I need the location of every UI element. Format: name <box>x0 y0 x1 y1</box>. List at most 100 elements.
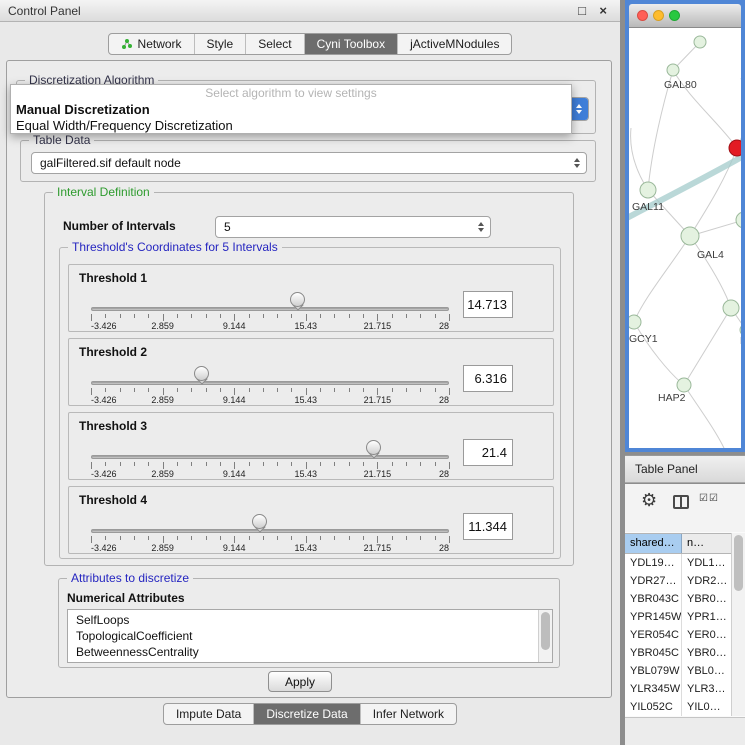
slider-thumb[interactable] <box>290 292 305 307</box>
table-cell[interactable]: YER054C <box>625 626 682 644</box>
network-node[interactable] <box>667 64 679 76</box>
scrollbar-thumb[interactable] <box>734 535 743 591</box>
table-cell[interactable]: YDL19… <box>625 554 682 572</box>
threshold-slider[interactable]: -3.4262.8599.14415.4321.71528 <box>91 509 449 553</box>
table-cell[interactable]: YLR3… <box>682 680 731 698</box>
table-row[interactable]: YBR045CYBR0… <box>625 644 731 662</box>
minimize-traffic-light-icon[interactable] <box>653 10 664 21</box>
slider-thumb[interactable] <box>252 514 267 529</box>
slider-thumb[interactable] <box>366 440 381 455</box>
table-cell[interactable]: YBR045C <box>625 644 682 662</box>
table-cell[interactable]: YER0… <box>682 626 731 644</box>
table-cell[interactable]: YBL0… <box>682 662 731 680</box>
table-row[interactable]: YER054CYER0… <box>625 626 731 644</box>
slider-track[interactable] <box>91 307 449 311</box>
network-window-titlebar[interactable] <box>629 4 741 28</box>
table-cell[interactable]: YBR0… <box>682 644 731 662</box>
network-node[interactable] <box>736 212 741 228</box>
table-row[interactable]: YBR043CYBR0… <box>625 590 731 608</box>
threshold-value-field[interactable] <box>463 291 513 318</box>
network-node[interactable] <box>694 36 706 48</box>
network-edge[interactable] <box>634 236 690 322</box>
network-canvas[interactable]: GAL80GAL11GAL4GCY1HAP2H <box>629 28 741 448</box>
network-edge[interactable] <box>634 322 684 385</box>
slider-tick <box>420 314 421 318</box>
table-cell[interactable]: YLR345W <box>625 680 682 698</box>
network-edge[interactable] <box>684 385 724 448</box>
tab-cyni-toolbox[interactable]: Cyni Toolbox <box>304 34 397 54</box>
dropdown-item-equal-width-frequency[interactable]: Equal Width/Frequency Discretization <box>11 118 571 134</box>
tab-select[interactable]: Select <box>245 34 303 54</box>
table-cell[interactable]: YBL079W <box>625 662 682 680</box>
attribute-item[interactable]: BetweennessCentrality <box>68 644 538 660</box>
table-row[interactable]: YLR345WYLR3… <box>625 680 731 698</box>
close-traffic-light-icon[interactable] <box>637 10 648 21</box>
table-row[interactable]: YPR145WYPR1… <box>625 608 731 626</box>
table-cell[interactable]: YPR1… <box>682 608 731 626</box>
network-node[interactable] <box>640 182 656 198</box>
column-header-shared-name[interactable]: shared… <box>625 534 682 553</box>
float-window-icon[interactable]: □ <box>578 3 586 18</box>
slider-track[interactable] <box>91 529 449 533</box>
vertical-scrollbar[interactable] <box>731 533 745 716</box>
network-edge[interactable] <box>684 308 731 385</box>
network-node[interactable] <box>677 378 691 392</box>
threshold-slider[interactable]: -3.4262.8599.14415.4321.71528 <box>91 287 449 331</box>
table-row[interactable]: YDR27…YDR2… <box>625 572 731 590</box>
table-cell[interactable]: YPR145W <box>625 608 682 626</box>
tab-jactivemnodules[interactable]: jActiveMNodules <box>397 34 511 54</box>
threshold-value-field[interactable] <box>463 439 513 466</box>
network-node-selected[interactable] <box>729 140 741 156</box>
tab-network[interactable]: Network <box>109 34 194 54</box>
table-row[interactable]: YDL19…YDL1… <box>625 554 731 572</box>
scrollbar-thumb[interactable] <box>541 612 550 650</box>
tab-infer-network[interactable]: Infer Network <box>360 704 456 724</box>
network-edge[interactable] <box>690 236 731 308</box>
network-icon <box>121 38 133 50</box>
attribute-item[interactable]: TopologicalCoefficient <box>68 628 538 644</box>
slider-track[interactable] <box>91 381 449 385</box>
list-scrollbar[interactable] <box>538 610 552 662</box>
table-cell[interactable]: YIL052C <box>625 698 682 716</box>
slider-thumb[interactable] <box>194 366 209 381</box>
settings-gear-icon[interactable]: ⚙ <box>641 490 657 511</box>
network-edge[interactable] <box>631 128 648 190</box>
close-window-icon[interactable]: × <box>599 3 607 18</box>
threshold-slider[interactable]: -3.4262.8599.14415.4321.71528 <box>91 361 449 405</box>
threshold-value-field[interactable] <box>463 365 513 392</box>
table-cell[interactable]: YIL0… <box>682 698 731 716</box>
table-panel-header[interactable]: Table Panel <box>625 455 745 483</box>
network-node[interactable] <box>723 300 739 316</box>
horizontal-scrollbar[interactable] <box>625 717 745 745</box>
slider-tick-label: 2.859 <box>151 543 174 553</box>
dropdown-item-manual-discretization[interactable]: Manual Discretization <box>11 102 571 118</box>
table-cell[interactable]: YDR2… <box>682 572 731 590</box>
dropdown-hint: Select algorithm to view settings <box>11 85 571 102</box>
threshold-slider[interactable]: -3.4262.8599.14415.4321.71528 <box>91 435 449 479</box>
table-cell[interactable]: YBR043C <box>625 590 682 608</box>
network-node[interactable] <box>681 227 699 245</box>
tab-impute-data[interactable]: Impute Data <box>164 704 253 724</box>
tab-style[interactable]: Style <box>194 34 246 54</box>
table-data-combobox[interactable]: galFiltered.sif default node <box>31 152 587 174</box>
slider-track[interactable] <box>91 455 449 459</box>
table-cell[interactable]: YBR0… <box>682 590 731 608</box>
columns-layout-icon[interactable] <box>673 495 689 509</box>
slider-tick-label: 28 <box>439 321 449 331</box>
select-columns-checkbox-icons[interactable]: ☑☑ <box>699 493 719 504</box>
apply-button[interactable]: Apply <box>268 671 332 692</box>
numerical-attributes-listbox[interactable]: SelfLoopsTopologicalCoefficientBetweenne… <box>67 609 553 663</box>
network-node[interactable] <box>629 315 641 329</box>
zoom-traffic-light-icon[interactable] <box>669 10 680 21</box>
column-header-name[interactable]: n… <box>682 534 731 553</box>
attribute-item[interactable]: SelfLoops <box>68 612 538 628</box>
threshold-value-field[interactable] <box>463 513 513 540</box>
network-edge[interactable] <box>737 78 741 148</box>
table-cell[interactable]: YDL1… <box>682 554 731 572</box>
table-cell[interactable]: YDR27… <box>625 572 682 590</box>
tab-discretize-data[interactable]: Discretize Data <box>253 704 359 724</box>
number-of-intervals-combobox[interactable]: 5 <box>215 216 491 238</box>
table-row[interactable]: YBL079WYBL0… <box>625 662 731 680</box>
table-row[interactable]: YIL052CYIL0… <box>625 698 731 716</box>
combobox-stepper-icon[interactable] <box>570 98 588 120</box>
